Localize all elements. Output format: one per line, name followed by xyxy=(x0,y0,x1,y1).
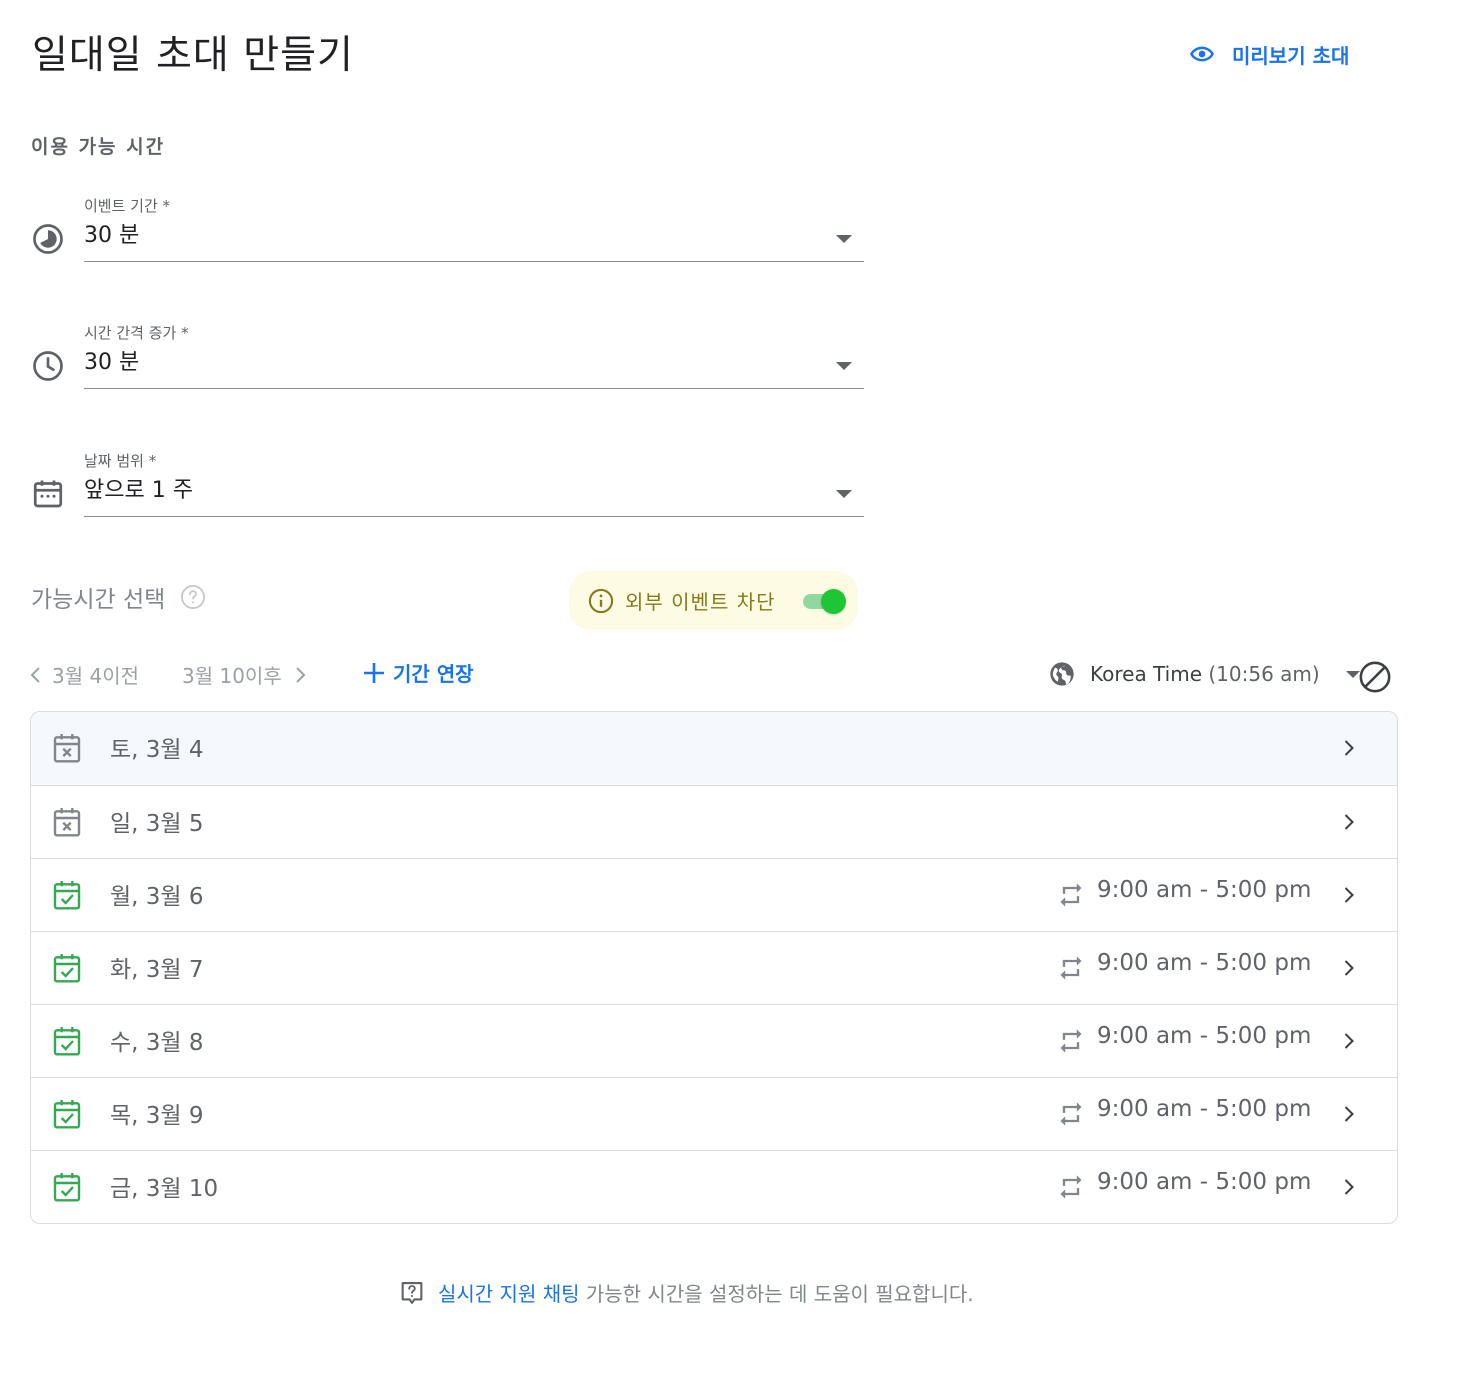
availability-selection-label: 가능시간 선택 xyxy=(31,587,166,613)
preview-invite-button[interactable]: 미리보기 초대 xyxy=(1186,38,1349,70)
day-row-sat-0304[interactable]: 토, 3월 4 xyxy=(31,712,1397,785)
date-range-underline xyxy=(84,516,864,517)
block-external-events-label: 외부 이벤트 차단 xyxy=(625,590,776,614)
day-label: 목, 3월 9 xyxy=(110,1103,204,1129)
info-icon xyxy=(588,588,614,613)
event-duration-underline xyxy=(84,261,864,262)
repeat-icon xyxy=(1060,1102,1082,1126)
calendar-check-icon xyxy=(53,954,81,983)
previous-dates-label: 3월 4이전 xyxy=(52,664,140,688)
day-time-range: 9:00 am - 5:00 pm xyxy=(1097,1096,1312,1122)
block-external-events-toggle[interactable] xyxy=(801,588,846,614)
live-help-icon xyxy=(401,1281,423,1304)
time-increment-value: 30 분 xyxy=(84,350,140,375)
time-increment-caret-icon xyxy=(836,362,852,370)
day-time-range: 9:00 am - 5:00 pm xyxy=(1097,1169,1312,1195)
calendar-check-icon xyxy=(53,1173,81,1202)
day-label: 화, 3월 7 xyxy=(110,957,204,983)
event-duration-select[interactable]: 이벤트 기간 * 30 분 xyxy=(30,195,864,275)
date-range-select[interactable]: 날짜 범위 * 앞으로 1 주 xyxy=(30,450,864,530)
availability-selection-title: 가능시간 선택 xyxy=(31,580,207,614)
event-duration-value: 30 분 xyxy=(84,223,140,248)
repeat-icon xyxy=(1060,883,1082,907)
date-navigation: 3월 4이전 3월 10이후 기간 연장 Korea Time (10:56 a… xyxy=(28,658,1398,694)
next-dates-label: 3월 10이후 xyxy=(182,664,282,688)
globe-icon xyxy=(1050,662,1074,686)
day-label: 토, 3월 4 xyxy=(110,737,204,763)
timezone-select[interactable]: Korea Time (10:56 am) xyxy=(1048,660,1360,688)
time-increment-select[interactable]: 시간 간격 증가 * 30 분 xyxy=(30,322,864,402)
next-dates-button[interactable]: 3월 10이후 xyxy=(182,660,308,689)
day-row-tue-0307[interactable]: 화, 3월 7 9:00 am - 5:00 pm xyxy=(31,931,1397,1004)
preview-invite-label: 미리보기 초대 xyxy=(1232,43,1350,68)
day-row-sun-0305[interactable]: 일, 3월 5 xyxy=(31,785,1397,858)
chevron-left-icon xyxy=(30,666,40,683)
day-label: 일, 3월 5 xyxy=(110,811,204,837)
day-label: 수, 3월 8 xyxy=(110,1030,204,1056)
date-range-caret-icon xyxy=(836,490,852,498)
event-duration-label: 이벤트 기간 * xyxy=(84,197,171,215)
clock-icon xyxy=(33,351,63,381)
block-icon[interactable] xyxy=(1358,660,1392,694)
time-increment-label: 시간 간격 증가 * xyxy=(84,324,189,342)
day-time-range: 9:00 am - 5:00 pm xyxy=(1097,950,1312,976)
block-external-events: 외부 이벤트 차단 xyxy=(569,571,858,630)
chevron-right-icon xyxy=(1344,814,1354,830)
chevron-right-icon xyxy=(1344,960,1354,976)
page-title: 일대일 초대 만들기 xyxy=(32,33,354,78)
day-row-mon-0306[interactable]: 월, 3월 6 9:00 am - 5:00 pm xyxy=(31,858,1397,931)
time-increment-underline xyxy=(84,388,864,389)
section-label-availability: 이용 가능 시간 xyxy=(31,136,166,158)
day-row-thu-0309[interactable]: 목, 3월 9 9:00 am - 5:00 pm xyxy=(31,1077,1397,1150)
previous-dates-button[interactable]: 3월 4이전 xyxy=(28,660,139,689)
chevron-right-icon xyxy=(1344,1106,1354,1122)
repeat-icon xyxy=(1060,956,1082,980)
calendar-check-icon xyxy=(53,881,81,910)
day-list: 토, 3월 4 일, 3월 5 월, 3월 6 9:00 am - 5:00 p… xyxy=(30,711,1398,1224)
date-range-value: 앞으로 1 주 xyxy=(84,478,193,503)
extend-period-button[interactable]: 기간 연장 xyxy=(361,658,474,687)
chevron-right-icon xyxy=(1344,1033,1354,1049)
help-text: 가능한 시간을 설정하는 데 도움이 필요합니다. xyxy=(585,1282,974,1306)
calendar-x-icon xyxy=(53,808,81,837)
day-time-range: 9:00 am - 5:00 pm xyxy=(1097,1023,1312,1049)
date-range-label: 날짜 범위 * xyxy=(84,452,157,470)
timelapse-icon xyxy=(33,224,63,254)
calendar-icon xyxy=(33,480,63,508)
live-chat-link[interactable]: 실시간 지원 채팅 xyxy=(438,1282,580,1306)
help-circle-icon[interactable] xyxy=(179,583,207,611)
help-footer: 실시간 지원 채팅 가능한 시간을 설정하는 데 도움이 필요합니다. xyxy=(398,1278,974,1307)
eye-icon xyxy=(1190,46,1214,62)
calendar-check-icon xyxy=(53,1027,81,1056)
timezone-current-time: (10:56 am) xyxy=(1208,662,1320,686)
repeat-icon xyxy=(1060,1029,1082,1053)
day-label: 금, 3월 10 xyxy=(110,1176,219,1202)
plus-icon xyxy=(364,662,384,683)
chevron-right-icon xyxy=(1344,1179,1354,1195)
calendar-x-icon xyxy=(53,734,81,763)
toggle-knob xyxy=(821,589,846,614)
chevron-right-icon xyxy=(1344,887,1354,903)
timezone-name: Korea Time xyxy=(1090,662,1203,686)
chevron-right-icon xyxy=(1344,740,1354,756)
day-time-range: 9:00 am - 5:00 pm xyxy=(1097,877,1312,903)
extend-period-label: 기간 연장 xyxy=(393,662,474,686)
chevron-right-icon xyxy=(296,666,306,683)
event-duration-caret-icon xyxy=(836,235,852,243)
day-row-fri-0310[interactable]: 금, 3월 10 9:00 am - 5:00 pm xyxy=(31,1150,1397,1223)
day-label: 월, 3월 6 xyxy=(110,884,204,910)
day-row-wed-0308[interactable]: 수, 3월 8 9:00 am - 5:00 pm xyxy=(31,1004,1397,1077)
calendar-check-icon xyxy=(53,1100,81,1129)
repeat-icon xyxy=(1060,1175,1082,1199)
